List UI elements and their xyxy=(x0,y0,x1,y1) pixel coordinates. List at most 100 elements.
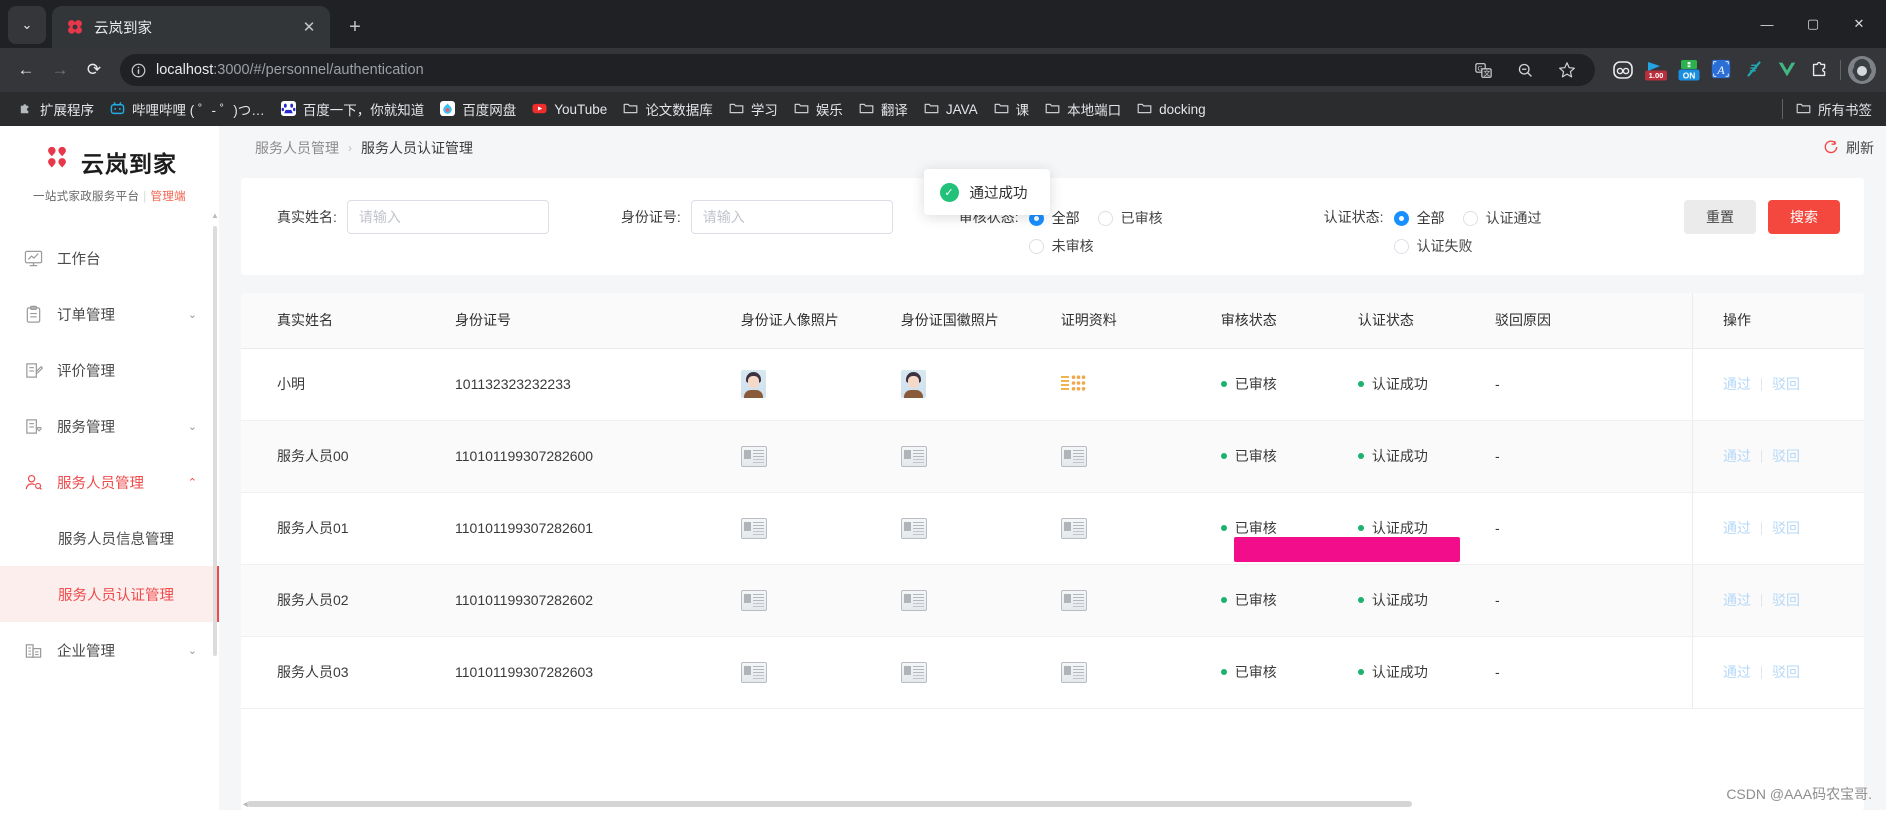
approve-link[interactable]: 通过 xyxy=(1723,518,1751,538)
reset-button[interactable]: 重置 xyxy=(1684,200,1756,234)
address-bar[interactable]: localhost:3000/#/personnel/authenticatio… xyxy=(120,54,1595,86)
profile-avatar[interactable] xyxy=(1848,56,1876,84)
window-close-button[interactable]: ✕ xyxy=(1836,8,1882,40)
cell-emblem-photo[interactable] xyxy=(886,348,1047,421)
id-card-thumb-icon[interactable] xyxy=(740,589,767,611)
id-card-thumb-icon[interactable] xyxy=(740,445,767,467)
ext-blue-a-icon[interactable]: A xyxy=(1710,58,1734,82)
cell-proof-material[interactable] xyxy=(1046,492,1207,565)
bookmark-folder-papers[interactable]: 论文数据库 xyxy=(615,96,721,122)
site-info-icon[interactable] xyxy=(126,58,150,82)
sidebar-item-reviews[interactable]: 评价管理 xyxy=(0,342,219,398)
sidebar-item-personnel[interactable]: 服务人员管理 ⌃ xyxy=(0,454,219,510)
reject-link[interactable]: 驳回 xyxy=(1772,662,1800,682)
bookmark-folder-translate[interactable]: 翻译 xyxy=(851,96,916,122)
sidebar-scrollbar[interactable] xyxy=(213,226,217,656)
id-card-thumb-icon[interactable] xyxy=(740,661,767,683)
table-horizontal-scrollbar[interactable]: ◄ xyxy=(241,798,1864,810)
id-card-thumb-icon[interactable] xyxy=(740,517,767,539)
bookmark-folder-java[interactable]: JAVA xyxy=(916,98,986,120)
sidebar-item-services[interactable]: 服务管理 ⌄ xyxy=(0,398,219,454)
bookmark-extensions[interactable]: 扩展程序 xyxy=(10,96,102,122)
cert-status-option-failed[interactable]: 认证失败 xyxy=(1393,237,1473,255)
browser-tab[interactable]: 云岚到家 ✕ xyxy=(52,6,330,48)
forward-icon[interactable]: → xyxy=(44,54,76,86)
id-card-thumb-icon[interactable] xyxy=(1060,661,1087,683)
cell-emblem-photo[interactable] xyxy=(886,636,1047,709)
search-button[interactable]: 搜索 xyxy=(1768,200,1840,234)
approve-link[interactable]: 通过 xyxy=(1723,590,1751,610)
bookmark-star-icon[interactable] xyxy=(1551,54,1583,86)
cell-emblem-photo[interactable] xyxy=(886,420,1047,493)
table-row[interactable]: 服务人员02 110101199307282602 已审核 认证成功 - 通过 … xyxy=(241,564,1864,637)
cell-portrait-photo[interactable] xyxy=(726,348,887,421)
table-row[interactable]: 服务人员01 110101199307282601 已审核 认证成功 - 通过 … xyxy=(241,492,1864,565)
ext-speed-badge-icon[interactable]: 1.00 xyxy=(1644,58,1668,82)
reload-icon[interactable]: ⟳ xyxy=(78,54,110,86)
audit-status-option-audited[interactable]: 已审核 xyxy=(1097,209,1163,227)
person-photo-icon[interactable] xyxy=(740,370,766,398)
bookmark-youtube[interactable]: YouTube xyxy=(524,98,615,120)
back-icon[interactable]: ← xyxy=(10,54,42,86)
zoom-out-icon[interactable] xyxy=(1509,54,1541,86)
real-name-input[interactable] xyxy=(346,200,549,234)
id-card-thumb-icon[interactable] xyxy=(900,661,927,683)
bookmark-folder-class[interactable]: 课 xyxy=(986,96,1038,122)
sidebar-item-orders[interactable]: 订单管理 ⌄ xyxy=(0,286,219,342)
bookmark-baidu-pan[interactable]: 百度网盘 xyxy=(432,96,524,122)
cell-proof-material[interactable] xyxy=(1046,636,1207,709)
reject-link[interactable]: 驳回 xyxy=(1772,446,1800,466)
sidebar-item-workbench[interactable]: 工作台 xyxy=(0,230,219,286)
cell-proof-material[interactable] xyxy=(1046,348,1207,421)
cell-portrait-photo[interactable] xyxy=(726,636,887,709)
page-scrollbar[interactable] xyxy=(1879,126,1886,810)
reject-link[interactable]: 驳回 xyxy=(1772,590,1800,610)
table-row[interactable]: 小明 101132323232233 已审核 认证成功 - 通过 驳回 xyxy=(241,348,1864,421)
bookmark-folder-docking[interactable]: docking xyxy=(1129,98,1214,120)
refresh-button[interactable]: 刷新 xyxy=(1823,138,1874,158)
id-card-thumb-icon[interactable] xyxy=(1060,589,1087,611)
cell-emblem-photo[interactable] xyxy=(886,564,1047,637)
tab-close-icon[interactable]: ✕ xyxy=(298,16,320,38)
table-row[interactable]: 服务人员03 110101199307282603 已审核 认证成功 - 通过 … xyxy=(241,636,1864,709)
id-card-thumb-icon[interactable] xyxy=(900,517,927,539)
cell-portrait-photo[interactable] xyxy=(726,492,887,565)
sidebar-scroll-up-arrow[interactable]: ▲ xyxy=(211,212,219,220)
table-row[interactable]: 服务人员00 110101199307282600 已审核 认证成功 - 通过 … xyxy=(241,420,1864,493)
window-maximize-button[interactable]: ▢ xyxy=(1790,8,1836,40)
reject-link[interactable]: 驳回 xyxy=(1772,374,1800,394)
cell-portrait-photo[interactable] xyxy=(726,420,887,493)
reject-link[interactable]: 驳回 xyxy=(1772,518,1800,538)
bookmark-baidu[interactable]: 百度一下，你就知道 xyxy=(273,96,433,122)
translate-icon[interactable]: G 文 xyxy=(1467,54,1499,86)
cell-proof-material[interactable] xyxy=(1046,564,1207,637)
ext-on-toggle-icon[interactable]: ON xyxy=(1677,58,1701,82)
id-card-thumb-icon[interactable] xyxy=(900,589,927,611)
id-number-input[interactable] xyxy=(690,200,893,234)
cell-proof-material[interactable] xyxy=(1046,420,1207,493)
sidebar-subitem-personnel-auth[interactable]: 服务人员认证管理 xyxy=(0,566,219,622)
person-photo-icon[interactable] xyxy=(900,370,926,398)
bookmark-folder-entertainment[interactable]: 娱乐 xyxy=(786,96,851,122)
bookmark-folder-study[interactable]: 学习 xyxy=(721,96,786,122)
bookmark-all-bookmarks[interactable]: 所有书签 xyxy=(1788,96,1880,122)
tab-search-button[interactable]: ⌄ xyxy=(8,6,46,44)
audit-status-option-unaudited[interactable]: 未审核 xyxy=(1028,237,1094,255)
bookmark-folder-localports[interactable]: 本地端口 xyxy=(1037,96,1129,122)
id-card-thumb-icon[interactable] xyxy=(1060,517,1087,539)
scrollbar-thumb[interactable] xyxy=(247,801,1412,807)
sidebar-subitem-personnel-info[interactable]: 服务人员信息管理 xyxy=(0,510,219,566)
breadcrumb-parent[interactable]: 服务人员管理 xyxy=(255,138,339,158)
cell-emblem-photo[interactable] xyxy=(886,492,1047,565)
cert-status-option-all[interactable]: 全部 xyxy=(1393,209,1445,227)
ext-owl-icon[interactable] xyxy=(1611,58,1635,82)
window-minimize-button[interactable]: — xyxy=(1744,8,1790,40)
approve-link[interactable]: 通过 xyxy=(1723,374,1751,394)
approve-link[interactable]: 通过 xyxy=(1723,662,1751,682)
cert-status-option-passed[interactable]: 认证通过 xyxy=(1462,209,1542,227)
new-tab-button[interactable]: + xyxy=(340,12,370,42)
approve-link[interactable]: 通过 xyxy=(1723,446,1751,466)
cell-portrait-photo[interactable] xyxy=(726,564,887,637)
id-card-thumb-icon[interactable] xyxy=(900,445,927,467)
ext-teal-script-icon[interactable] xyxy=(1743,58,1767,82)
